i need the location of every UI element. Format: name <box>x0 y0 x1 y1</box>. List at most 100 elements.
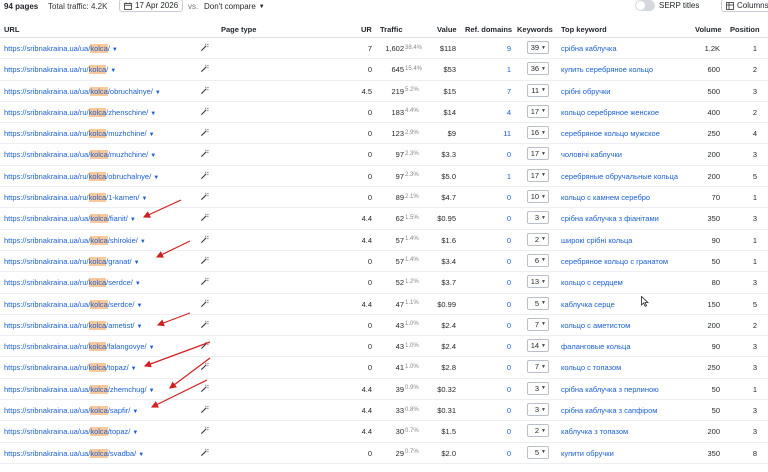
top-keyword-link[interactable]: срібна каблучка з перлиною <box>561 385 659 394</box>
ref-domains-link[interactable]: 0 <box>465 236 511 245</box>
chevron-down-icon[interactable]: ▼ <box>131 366 137 372</box>
ref-domains-link[interactable]: 0 <box>465 406 511 415</box>
url-link[interactable]: https://sribnakraina.ua/ua/kolca/serdce/… <box>4 299 143 309</box>
url-link[interactable]: https://sribnakraina.ua/ru/kolca/granat/… <box>4 256 140 266</box>
ref-domains-link[interactable]: 0 <box>465 449 511 458</box>
magic-wand-icon[interactable] <box>200 277 209 286</box>
columns-button[interactable]: Columns <box>721 0 768 12</box>
serp-titles-toggle[interactable]: SERP titles <box>635 0 699 11</box>
url-link[interactable]: https://sribnakraina.ua/ru/kolca/muzhchi… <box>4 129 155 139</box>
url-link[interactable]: https://sribnakraina.ua/ua/kolca/svadba/… <box>4 448 144 458</box>
top-keyword-link[interactable]: каблучка серце <box>561 300 615 309</box>
col-keywords[interactable]: Keywords <box>517 25 553 34</box>
magic-wand-icon[interactable] <box>200 235 209 244</box>
top-keyword-link[interactable]: серебряное кольцо мужское <box>561 129 660 138</box>
col-top-keyword[interactable]: Top keyword <box>561 25 607 34</box>
ref-domains-link[interactable]: 0 <box>465 300 511 309</box>
top-keyword-link[interactable]: кольцо с топазом <box>561 363 621 372</box>
chevron-down-icon[interactable]: ▼ <box>137 303 143 309</box>
magic-wand-icon[interactable] <box>200 299 209 308</box>
top-keyword-link[interactable]: каблучка з топазом <box>561 427 628 436</box>
col-page-type[interactable]: Page type <box>221 25 256 34</box>
top-keyword-link[interactable]: срібні обручки <box>561 87 610 96</box>
col-ur[interactable]: UR <box>361 25 372 34</box>
col-traffic[interactable]: Traffic <box>380 25 403 34</box>
keywords-dropdown[interactable]: 6 ▼ <box>527 253 549 267</box>
url-link[interactable]: https://sribnakraina.ua/ua/kolca/sapfir/… <box>4 406 138 416</box>
top-keyword-link[interactable]: срібна каблучка <box>561 44 617 53</box>
magic-wand-icon[interactable] <box>200 256 209 265</box>
ref-domains-link[interactable]: 0 <box>465 363 511 372</box>
keywords-dropdown[interactable]: 39 ▼ <box>527 41 549 54</box>
col-volume[interactable]: Volume <box>695 25 722 34</box>
url-link[interactable]: https://sribnakraina.ua/ru/kolca/1-kamen… <box>4 193 148 203</box>
ref-domains-link[interactable]: 0 <box>465 193 511 202</box>
keywords-dropdown[interactable]: 10 ▼ <box>527 190 549 204</box>
keywords-dropdown[interactable]: 11 ▼ <box>527 83 549 97</box>
ref-domains-link[interactable]: 0 <box>465 257 511 266</box>
url-link[interactable]: https://sribnakraina.ua/ua/kolca/topaz/▼ <box>4 427 138 437</box>
magic-wand-icon[interactable] <box>200 64 209 73</box>
top-keyword-link[interactable]: серебряное кольцо с гранатом <box>561 257 668 266</box>
chevron-down-icon[interactable]: ▼ <box>149 388 155 394</box>
keywords-dropdown[interactable]: 36 ▼ <box>527 62 549 76</box>
keywords-dropdown[interactable]: 7 ▼ <box>527 360 549 374</box>
chevron-down-icon[interactable]: ▼ <box>132 409 138 415</box>
keywords-dropdown[interactable]: 2 ▼ <box>527 232 549 246</box>
magic-wand-icon[interactable] <box>200 426 209 435</box>
magic-wand-icon[interactable] <box>200 362 209 371</box>
magic-wand-icon[interactable] <box>200 171 209 180</box>
top-keyword-link[interactable]: кольцо серебряное женское <box>561 108 659 117</box>
url-link[interactable]: https://sribnakraina.ua/ru/kolca/obrucha… <box>4 171 159 181</box>
chevron-down-icon[interactable]: ▼ <box>142 196 148 202</box>
ref-domains-link[interactable]: 0 <box>465 427 511 436</box>
magic-wand-icon[interactable] <box>200 213 209 222</box>
keywords-dropdown[interactable]: 17 ▼ <box>527 147 549 161</box>
url-link[interactable]: https://sribnakraina.ua/ru/kolca/falango… <box>4 342 155 352</box>
ref-domains-link[interactable]: 7 <box>465 87 511 96</box>
magic-wand-icon[interactable] <box>200 320 209 329</box>
magic-wand-icon[interactable] <box>200 384 209 393</box>
chevron-down-icon[interactable]: ▼ <box>134 260 140 266</box>
magic-wand-icon[interactable] <box>200 86 209 95</box>
url-link[interactable]: https://sribnakraina.ua/ua/kolca/zhemchu… <box>4 384 155 394</box>
keywords-dropdown[interactable]: 17 ▼ <box>527 168 549 182</box>
keywords-dropdown[interactable]: 13 ▼ <box>527 275 549 289</box>
ref-domains-link[interactable]: 9 <box>465 44 511 53</box>
top-keyword-link[interactable]: срібна каблучка з фіанітами <box>561 214 659 223</box>
col-value[interactable]: Value <box>437 25 457 34</box>
chevron-down-icon[interactable]: ▼ <box>149 345 155 351</box>
url-link[interactable]: https://sribnakraina.ua/ru/kolca/serdce/… <box>4 278 141 288</box>
top-keyword-link[interactable]: чоловічі каблучки <box>561 150 622 159</box>
chevron-down-icon[interactable]: ▼ <box>149 132 155 138</box>
top-keyword-link[interactable]: серебряные обручальные кольца <box>561 172 678 181</box>
chevron-down-icon[interactable]: ▼ <box>138 452 144 458</box>
keywords-dropdown[interactable]: 17 ▼ <box>527 104 549 118</box>
ref-domains-link[interactable]: 11 <box>465 129 511 138</box>
chevron-down-icon[interactable]: ▼ <box>140 239 146 245</box>
ref-domains-link[interactable]: 1 <box>465 65 511 74</box>
magic-wand-icon[interactable] <box>200 405 209 414</box>
magic-wand-icon[interactable] <box>200 107 209 116</box>
ref-domains-link[interactable]: 0 <box>465 278 511 287</box>
url-link[interactable]: https://sribnakraina.ua/ua/kolca/fianit/… <box>4 214 136 224</box>
magic-wand-icon[interactable] <box>200 341 209 350</box>
chevron-down-icon[interactable]: ▼ <box>110 68 116 74</box>
url-link[interactable]: https://sribnakraina.ua/ua/kolca/▼ <box>4 44 118 53</box>
top-keyword-link[interactable]: кольцо с аметистом <box>561 321 630 330</box>
url-link[interactable]: https://sribnakraina.ua/ru/kolca/ametist… <box>4 320 142 330</box>
keywords-dropdown[interactable]: 2 ▼ <box>527 424 549 438</box>
top-keyword-link[interactable]: купити обручки <box>561 449 614 458</box>
compare-dropdown[interactable]: Don't compare ▼ <box>204 2 265 11</box>
url-link[interactable]: https://sribnakraina.ua/ua/kolca/muzhchi… <box>4 150 156 160</box>
chevron-down-icon[interactable]: ▼ <box>155 90 161 96</box>
col-position[interactable]: Position <box>730 25 760 34</box>
col-url[interactable]: URL <box>4 25 19 34</box>
top-keyword-link[interactable]: кольцо с сердцем <box>561 278 623 287</box>
chevron-down-icon[interactable]: ▼ <box>150 111 156 117</box>
top-keyword-link[interactable]: широкі срібні кольца <box>561 236 632 245</box>
chevron-down-icon[interactable]: ▼ <box>153 175 159 181</box>
keywords-dropdown[interactable]: 3 ▼ <box>527 403 549 417</box>
keywords-dropdown[interactable]: 5 ▼ <box>527 445 549 459</box>
ref-domains-link[interactable]: 0 <box>465 214 511 223</box>
